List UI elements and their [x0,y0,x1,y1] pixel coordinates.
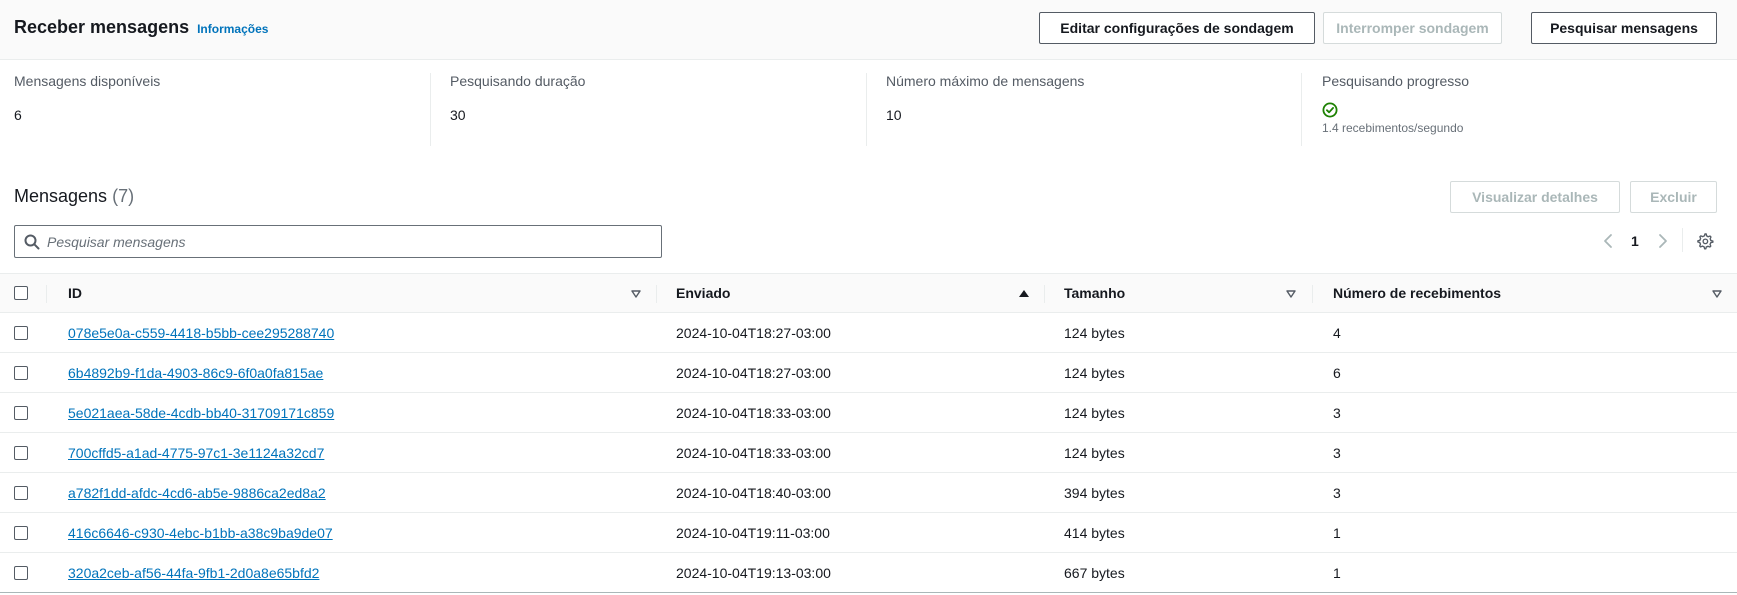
info-link[interactable]: Informações [197,22,268,36]
table-row[interactable]: 700cffd5-a1ad-4775-97c1-3e1124a32cd7 202… [0,433,1737,473]
column-header-size[interactable]: Tamanho [1064,274,1125,312]
receive-count-cell: 1 [1333,524,1341,541]
stat-divider [430,73,431,146]
column-divider [1044,285,1045,303]
message-id-link[interactable]: 5e021aea-58de-4cdb-bb40-31709171c859 [68,393,334,432]
message-id-link[interactable]: 416c6646-c930-4ebc-b1bb-a38c9ba9de07 [68,513,333,552]
column-header-sent[interactable]: Enviado [676,274,730,312]
size-cell: 124 bytes [1064,324,1125,341]
sent-cell: 2024-10-04T18:27-03:00 [676,364,831,381]
receive-messages-header: Receber mensagens Informações Editar con… [0,0,1737,60]
message-id-link[interactable]: 6b4892b9-f1da-4903-86c9-6f0a0fa815ae [68,353,323,392]
row-checkbox[interactable] [14,446,28,460]
search-icon [24,234,40,250]
stat-value: 30 [450,107,466,123]
sent-cell: 2024-10-04T19:13-03:00 [676,564,831,581]
messages-title-text: Mensagens [14,186,108,206]
sent-cell: 2024-10-04T19:11-03:00 [676,524,830,541]
column-divider [1312,285,1313,303]
table-row[interactable]: 6b4892b9-f1da-4903-86c9-6f0a0fa815ae 202… [0,353,1737,393]
row-checkbox[interactable] [14,486,28,500]
sort-icon[interactable] [1285,288,1297,300]
message-id-link[interactable]: a782f1dd-afdc-4cd6-ab5e-9886ca2ed8a2 [68,473,326,512]
table-row[interactable]: 320a2ceb-af56-44fa-9fb1-2d0a8e65bfd2 202… [0,553,1737,593]
sent-cell: 2024-10-04T18:33-03:00 [676,444,831,461]
size-cell: 124 bytes [1064,404,1125,421]
stat-divider [1301,73,1302,146]
stat-value: 10 [886,107,902,123]
chevron-left-icon[interactable] [1602,233,1614,249]
stat-max-messages: Número máximo de mensagens 10 [886,73,1286,146]
stat-available-messages: Mensagens disponíveis 6 [14,73,414,146]
size-cell: 414 bytes [1064,524,1125,541]
receive-rate: 1.4 recebimentos/segundo [1322,121,1464,135]
delete-button[interactable]: Excluir [1630,181,1717,213]
sort-icon[interactable] [1711,288,1723,300]
search-input[interactable] [47,233,647,250]
poll-messages-button[interactable]: Pesquisar mensagens [1531,12,1717,44]
stat-label: Pesquisando progresso [1322,73,1470,89]
messages-count: (7) [112,186,135,206]
page-title-group: Receber mensagens Informações [14,17,268,38]
message-id-link[interactable]: 078e5e0a-c559-4418-b5bb-cee295288740 [68,313,334,352]
table-row[interactable]: a782f1dd-afdc-4cd6-ab5e-9886ca2ed8a2 202… [0,473,1737,513]
row-checkbox[interactable] [14,326,28,340]
size-cell: 124 bytes [1064,444,1125,461]
row-checkbox[interactable] [14,566,28,580]
stat-value: 6 [14,107,22,123]
sent-cell: 2024-10-04T18:27-03:00 [676,324,831,341]
sort-icon[interactable] [630,288,642,300]
page-title: Receber mensagens [14,17,190,37]
row-checkbox[interactable] [14,526,28,540]
size-cell: 124 bytes [1064,364,1125,381]
receive-count-cell: 3 [1333,484,1341,501]
message-id-link[interactable]: 320a2ceb-af56-44fa-9fb1-2d0a8e65bfd2 [68,553,319,592]
sent-cell: 2024-10-04T18:33-03:00 [676,404,831,421]
messages-table: ID Enviado Tamanho Número de recebimento… [0,273,1737,593]
row-checkbox[interactable] [14,406,28,420]
column-divider [46,285,47,303]
stop-polling-button[interactable]: Interromper sondagem [1323,12,1502,44]
receive-count-cell: 3 [1333,444,1341,461]
stat-divider [866,73,867,146]
table-header: ID Enviado Tamanho Número de recebimento… [0,273,1737,313]
sort-ascending-icon[interactable] [1018,288,1030,300]
edit-poll-settings-button[interactable]: Editar configurações de sondagem [1039,12,1315,44]
receive-count-cell: 4 [1333,324,1341,341]
chevron-right-icon[interactable] [1657,233,1669,249]
polling-stats: Mensagens disponíveis 6 Pesquisando dura… [0,60,1737,165]
stat-label: Número máximo de mensagens [886,73,1085,89]
stat-label: Mensagens disponíveis [14,73,161,89]
check-circle-icon [1322,102,1338,118]
receive-count-cell: 1 [1333,564,1341,581]
stat-polling-progress: Pesquisando progresso 1.4 recebimentos/s… [1322,73,1722,146]
gear-icon[interactable] [1696,232,1714,250]
messages-title: Mensagens (7) [14,186,134,207]
pager-divider [1682,228,1683,252]
sent-cell: 2024-10-04T18:40-03:00 [676,484,831,501]
table-row[interactable]: 078e5e0a-c559-4418-b5bb-cee295288740 202… [0,313,1737,353]
row-checkbox[interactable] [14,366,28,380]
column-divider [656,285,657,303]
size-cell: 394 bytes [1064,484,1125,501]
table-row[interactable]: 5e021aea-58de-4cdb-bb40-31709171c859 202… [0,393,1737,433]
messages-panel: Mensagens (7) Visualizar detalhes Exclui… [0,165,1737,595]
table-row[interactable]: 416c6646-c930-4ebc-b1bb-a38c9ba9de07 202… [0,513,1737,553]
size-cell: 667 bytes [1064,564,1125,581]
search-messages-field[interactable] [14,225,662,258]
column-header-receive-count[interactable]: Número de recebimentos [1333,274,1501,312]
view-details-button[interactable]: Visualizar detalhes [1450,181,1620,213]
column-header-id[interactable]: ID [68,274,82,312]
stat-label: Pesquisando duração [450,73,586,89]
message-id-link[interactable]: 700cffd5-a1ad-4775-97c1-3e1124a32cd7 [68,433,324,472]
receive-count-cell: 3 [1333,404,1341,421]
receive-count-cell: 6 [1333,364,1341,381]
stat-polling-duration: Pesquisando duração 30 [450,73,850,146]
page-number[interactable]: 1 [1631,233,1639,249]
select-all-checkbox[interactable] [14,286,28,300]
